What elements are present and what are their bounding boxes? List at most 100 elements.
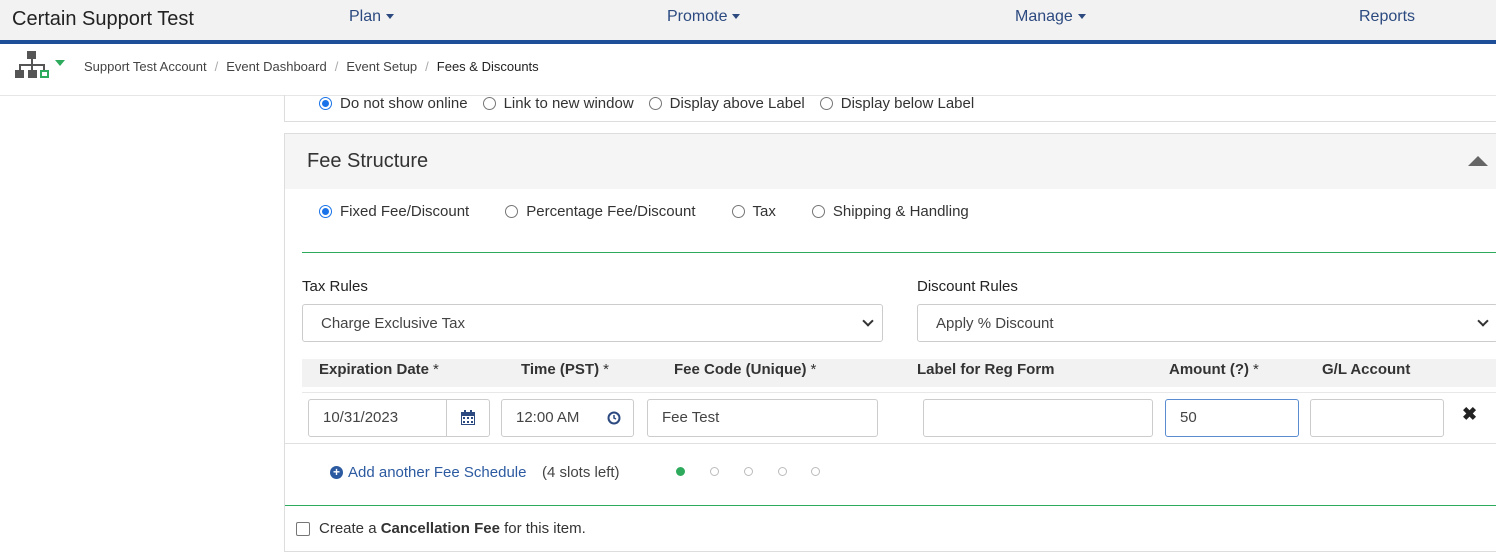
nav-manage[interactable]: Manage	[1015, 8, 1086, 26]
breadcrumb-event-dashboard[interactable]: Event Dashboard	[226, 59, 326, 74]
tax-rules-select[interactable]: Charge Exclusive Tax	[302, 304, 883, 342]
amount-input[interactable]: 50	[1165, 399, 1299, 437]
app-title: Certain Support Test	[12, 8, 194, 30]
radio-shipping[interactable]: Shipping & Handling	[811, 203, 969, 220]
cancellation-bold: Cancellation Fee	[380, 520, 500, 537]
nav-plan[interactable]: Plan	[349, 8, 395, 26]
expiration-date-input[interactable]: 10/31/2023	[308, 399, 447, 437]
fee-structure-panel	[284, 133, 1496, 552]
fee-structure-header: Fee Structure	[285, 134, 1496, 189]
col-expiration-date: Expiration Date *	[319, 361, 439, 378]
slot-indicator	[744, 467, 753, 476]
gl-account-input[interactable]	[1310, 399, 1444, 437]
radio-button[interactable]	[482, 97, 496, 110]
label-reg-form-input[interactable]	[923, 399, 1153, 437]
display-options-radio-group: Do not show online Link to new window Di…	[319, 95, 974, 112]
radio-link-new-window[interactable]: Link to new window	[482, 95, 634, 112]
radio-label: Display above Label	[669, 95, 805, 112]
slots-left-text: (4 slots left)	[542, 464, 620, 481]
col-amount: Amount (?) *	[1169, 361, 1259, 378]
chevron-down-icon	[1077, 14, 1086, 20]
chevron-down-icon	[862, 315, 874, 327]
nav-promote[interactable]: Promote	[667, 8, 741, 26]
radio-label: Fixed Fee/Discount	[340, 203, 470, 220]
breadcrumb-current: Fees & Discounts	[436, 59, 539, 74]
remove-row-icon[interactable]: ✖	[1462, 404, 1477, 425]
tax-rules-label: Tax Rules	[302, 278, 368, 295]
breadcrumb-row: Support Test Account / Event Dashboard /…	[0, 44, 1496, 96]
required-mark: *	[433, 361, 439, 378]
required-mark: *	[1252, 361, 1259, 378]
breadcrumb: Support Test Account / Event Dashboard /…	[84, 59, 539, 74]
slot-indicator-filled	[676, 467, 685, 476]
nav-reports[interactable]: Reports	[1359, 8, 1415, 26]
calendar-icon	[461, 410, 475, 425]
plus-circle-icon: +	[330, 466, 343, 479]
radio-button[interactable]	[731, 205, 745, 218]
org-dropdown-caret-icon[interactable]	[55, 60, 65, 66]
section-title: Fee Structure	[307, 150, 429, 172]
cancellation-fee-checkbox[interactable]	[296, 521, 310, 536]
add-fee-schedule-link[interactable]: + Add another Fee Schedule	[330, 464, 526, 481]
breadcrumb-separator: /	[425, 59, 429, 74]
radio-label: Link to new window	[503, 95, 634, 112]
chevron-down-icon	[1477, 315, 1489, 327]
add-fee-schedule-label: Add another Fee Schedule	[348, 464, 527, 481]
slot-indicator	[811, 467, 820, 476]
chevron-down-icon	[732, 14, 741, 20]
col-label: Amount (?)	[1169, 361, 1249, 378]
radio-button[interactable]	[811, 205, 825, 218]
radio-tax[interactable]: Tax	[731, 203, 776, 220]
discount-rules-select[interactable]: Apply % Discount	[917, 304, 1496, 342]
cancellation-suffix: for this item.	[504, 520, 586, 537]
radio-display-below[interactable]: Display below Label	[819, 95, 975, 112]
radio-percentage-fee[interactable]: Percentage Fee/Discount	[505, 203, 696, 220]
required-mark: *	[810, 361, 817, 378]
col-label: Expiration Date	[319, 361, 430, 378]
radio-button[interactable]	[505, 205, 519, 218]
time-input[interactable]: 12:00 AM	[501, 399, 634, 437]
radio-button[interactable]	[819, 97, 833, 110]
slot-indicator	[778, 467, 787, 476]
radio-label: Shipping & Handling	[832, 203, 969, 220]
calendar-button[interactable]	[446, 399, 490, 437]
breadcrumb-separator: /	[214, 59, 219, 74]
radio-display-above[interactable]: Display above Label	[648, 95, 805, 112]
radio-label: Do not show online	[340, 95, 468, 112]
col-gl-account: G/L Account	[1322, 361, 1411, 378]
nav-plan-label: Plan	[349, 8, 382, 25]
slot-indicator	[710, 467, 719, 476]
breadcrumb-separator: /	[334, 59, 339, 74]
clock-icon[interactable]	[607, 411, 621, 425]
col-fee-code: Fee Code (Unique) *	[674, 361, 816, 378]
breadcrumb-account[interactable]: Support Test Account	[84, 59, 207, 74]
radio-button-checked[interactable]	[319, 205, 332, 218]
discount-rules-value: Apply % Discount	[936, 315, 1054, 332]
cancellation-fee-option[interactable]: Create a Cancellation Fee for this item.	[296, 520, 586, 537]
top-nav: Certain Support Test Plan Promote Manage…	[0, 0, 1496, 40]
radio-label: Display below Label	[840, 95, 975, 112]
cancellation-prefix: Create a	[319, 520, 377, 537]
breadcrumb-event-setup[interactable]: Event Setup	[346, 59, 417, 74]
nav-manage-label: Manage	[1015, 8, 1073, 25]
fee-type-radio-group: Fixed Fee/Discount Percentage Fee/Discou…	[319, 203, 969, 220]
discount-rules-label: Discount Rules	[917, 278, 1018, 295]
fee-code-input[interactable]: Fee Test	[647, 399, 878, 437]
section-divider	[285, 505, 1496, 506]
collapse-triangle-icon[interactable]	[1468, 156, 1488, 166]
radio-fixed-fee[interactable]: Fixed Fee/Discount	[319, 203, 469, 220]
radio-do-not-show[interactable]: Do not show online	[319, 95, 468, 112]
tax-rules-value: Charge Exclusive Tax	[321, 315, 465, 332]
section-divider	[302, 252, 1496, 253]
radio-button-checked[interactable]	[319, 97, 332, 110]
fee-schedule-header: Expiration Date * Time (PST) * Fee Code (U…	[302, 359, 1496, 387]
col-time: Time (PST) *	[521, 361, 609, 378]
time-value: 12:00 AM	[516, 409, 580, 426]
row-divider	[285, 443, 1496, 444]
col-label: Time (PST)	[521, 361, 600, 378]
row-divider	[302, 392, 1496, 393]
col-label: Fee Code (Unique)	[674, 361, 807, 378]
org-chart-icon[interactable]	[14, 50, 50, 80]
chevron-down-icon	[386, 14, 395, 20]
radio-button[interactable]	[648, 97, 662, 110]
